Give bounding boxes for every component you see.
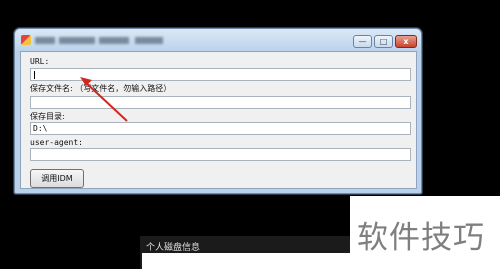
disk-info-title: 个人磁盘信息: [146, 243, 201, 253]
directory-label: 保存目录:: [30, 112, 65, 121]
blurred-title-segment: [135, 37, 163, 44]
url-label: URL:: [30, 57, 50, 66]
filename-label: 保存文件名: （写文件名，勿输入路径）: [30, 84, 172, 93]
blurred-title-segment: [99, 37, 129, 44]
close-button[interactable]: x: [395, 35, 417, 48]
watermark-text: 软件技巧: [357, 220, 485, 256]
blurred-title-segment: [59, 37, 95, 44]
minimize-button[interactable]: —: [353, 35, 372, 48]
directory-value: D:\: [33, 124, 48, 133]
url-input[interactable]: [30, 68, 411, 81]
idm-caller-window: — □ x URL: 保存文件名: （写文件名，勿输入路径） 保存目录: D:\…: [14, 28, 422, 194]
call-idm-button[interactable]: 调用IDM: [30, 169, 84, 188]
useragent-label: user-agent:: [30, 138, 83, 147]
disk-info-content: [142, 253, 350, 269]
maximize-button[interactable]: □: [374, 35, 393, 48]
disk-info-window: 个人磁盘信息: [140, 236, 352, 269]
directory-input[interactable]: D:\: [30, 122, 411, 135]
blurred-title-segment: [35, 37, 55, 44]
desktop: — □ x URL: 保存文件名: （写文件名，勿输入路径） 保存目录: D:\…: [0, 0, 500, 269]
form-area: URL: 保存文件名: （写文件名，勿输入路径） 保存目录: D:\ user-…: [20, 51, 417, 189]
filename-input[interactable]: [30, 96, 411, 109]
app-icon: [21, 35, 31, 45]
text-caret: [34, 71, 35, 79]
title-bar[interactable]: — □ x: [15, 29, 421, 51]
useragent-input[interactable]: [30, 148, 411, 161]
